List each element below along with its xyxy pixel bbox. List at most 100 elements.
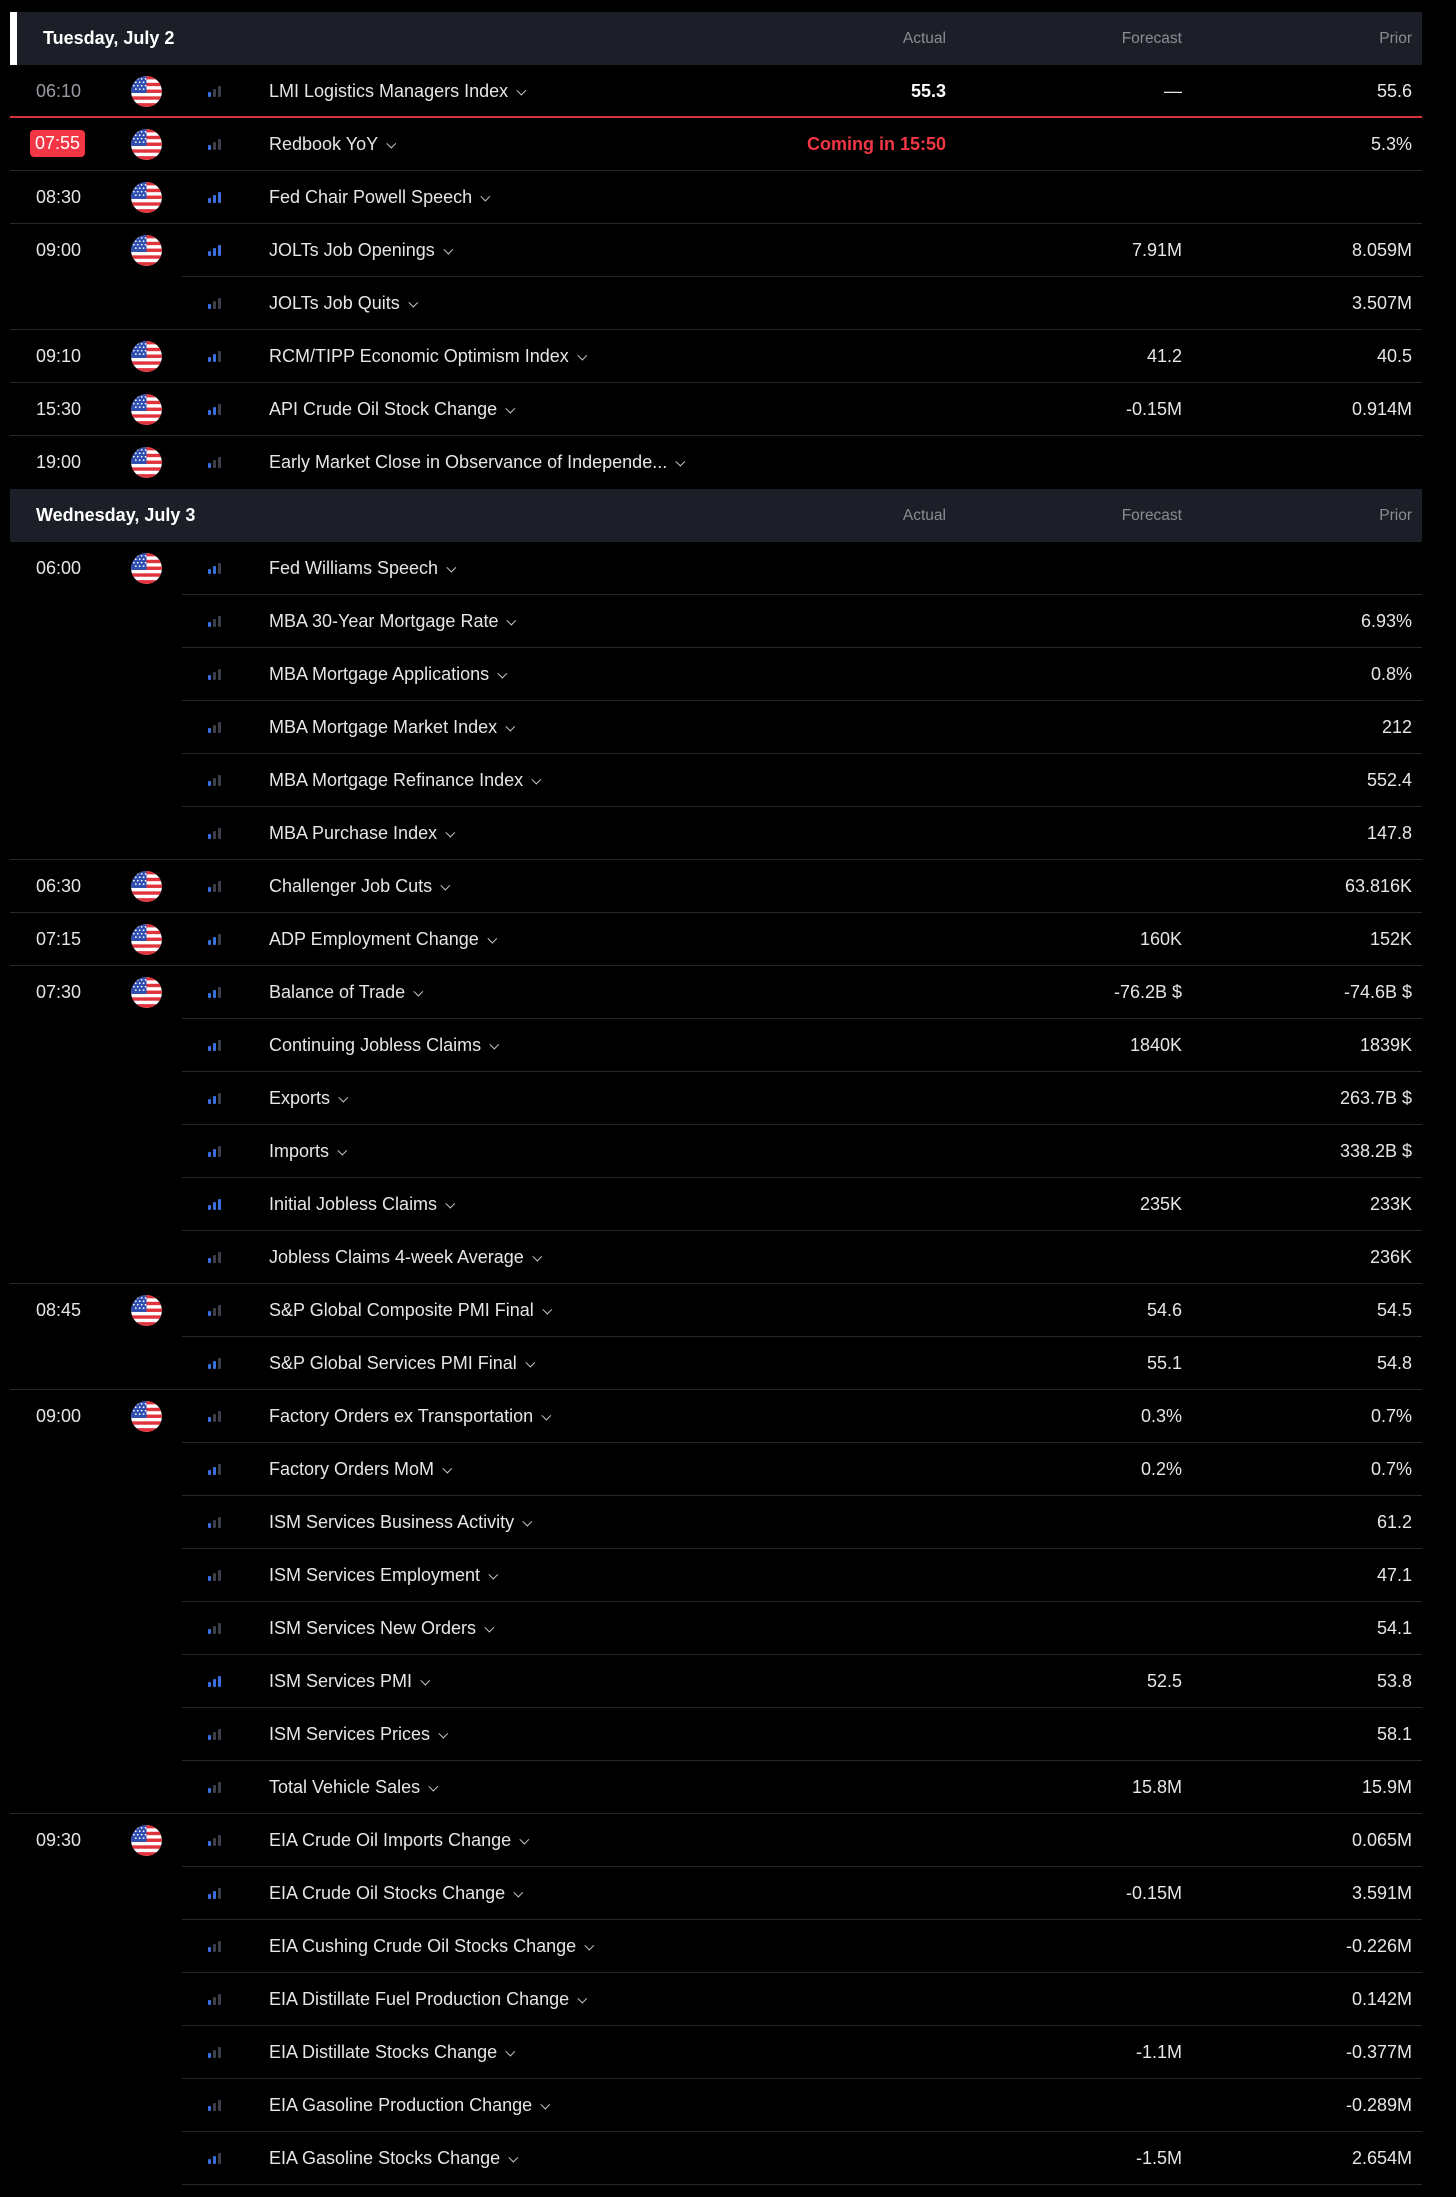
chevron-down-icon[interactable] <box>525 1357 536 1368</box>
event-row[interactable]: MBA Purchase Index 147.8 <box>10 807 1422 860</box>
event-row[interactable]: 07:15 ADP Employment Change 160K 152K <box>10 913 1422 966</box>
event-name[interactable]: Jobless Claims 4-week Average <box>269 1247 543 1268</box>
event-name[interactable]: ISM Services New Orders <box>269 1618 495 1639</box>
event-row[interactable]: EIA Gasoline Production Change -0.289M <box>10 2079 1422 2132</box>
event-row[interactable]: Continuing Jobless Claims 1840K 1839K <box>10 1019 1422 1072</box>
event-name[interactable]: EIA Gasoline Production Change <box>269 2095 551 2116</box>
event-row[interactable]: ISM Services Prices 58.1 <box>10 1708 1422 1761</box>
chevron-down-icon[interactable] <box>420 1675 431 1686</box>
event-row[interactable]: 09:00 JOLTs Job Openings 7.91M 8.059M <box>10 224 1422 277</box>
event-row[interactable]: ISM Services New Orders 54.1 <box>10 1602 1422 1655</box>
chevron-down-icon[interactable] <box>577 1993 588 2004</box>
event-name[interactable]: S&P Global Composite PMI Final <box>269 1300 553 1321</box>
event-row[interactable]: 06:00 Fed Williams Speech <box>10 542 1422 595</box>
event-name[interactable]: RCM/TIPP Economic Optimism Index <box>269 346 588 367</box>
chevron-down-icon[interactable] <box>338 1092 349 1103</box>
chevron-down-icon[interactable] <box>487 933 498 944</box>
event-name[interactable]: Redbook YoY <box>269 134 397 155</box>
event-row[interactable]: ISM Services Business Activity 61.2 <box>10 1496 1422 1549</box>
chevron-down-icon[interactable] <box>445 1198 456 1209</box>
chevron-down-icon[interactable] <box>445 827 456 838</box>
event-row[interactable]: EIA Distillate Stocks Change -1.1M -0.377M <box>10 2026 1422 2079</box>
chevron-down-icon[interactable] <box>584 1940 595 1951</box>
chevron-down-icon[interactable] <box>516 85 527 96</box>
chevron-down-icon[interactable] <box>440 880 451 891</box>
event-name[interactable]: EIA Distillate Stocks Change <box>269 2042 516 2063</box>
event-row[interactable]: Factory Orders MoM 0.2% 0.7% <box>10 1443 1422 1496</box>
chevron-down-icon[interactable] <box>577 350 588 361</box>
event-name[interactable]: EIA Crude Oil Imports Change <box>269 1830 530 1851</box>
event-row[interactable]: Total Vehicle Sales 15.8M 15.9M <box>10 1761 1422 1814</box>
event-name[interactable]: JOLTs Job Openings <box>269 240 454 261</box>
event-row[interactable]: MBA Mortgage Refinance Index 552.4 <box>10 754 1422 807</box>
event-name[interactable]: Factory Orders ex Transportation <box>269 1406 552 1427</box>
event-row[interactable]: 06:30 Challenger Job Cuts 63.816K <box>10 860 1422 913</box>
event-row[interactable]: S&P Global Services PMI Final 55.1 54.8 <box>10 1337 1422 1390</box>
event-row[interactable]: 08:45 S&P Global Composite PMI Final 54.6… <box>10 1284 1422 1337</box>
chevron-down-icon[interactable] <box>541 1410 552 1421</box>
event-row[interactable]: Exports 263.7B $ <box>10 1072 1422 1125</box>
event-name[interactable]: LMI Logistics Managers Index <box>269 81 527 102</box>
event-name[interactable]: MBA Mortgage Market Index <box>269 717 516 738</box>
event-row[interactable]: 09:00 Factory Orders ex Transportation 0.… <box>10 1390 1422 1443</box>
event-row[interactable]: 07:30 Balance of Trade -76.2B $ -74.6B $ <box>10 966 1422 1019</box>
chevron-down-icon[interactable] <box>488 1569 499 1580</box>
event-name[interactable]: JOLTs Job Quits <box>269 293 418 314</box>
event-name[interactable]: EIA Crude Oil Stocks Change <box>269 1883 524 1904</box>
event-name[interactable]: S&P Global Services PMI Final <box>269 1353 536 1374</box>
event-name[interactable]: ADP Employment Change <box>269 929 498 950</box>
chevron-down-icon[interactable] <box>408 297 418 308</box>
chevron-down-icon[interactable] <box>542 1304 553 1315</box>
event-row[interactable]: 06:10 LMI Logistics Managers Index 55.3 — 5… <box>10 65 1422 118</box>
chevron-down-icon[interactable] <box>506 615 517 626</box>
chevron-down-icon[interactable] <box>505 2046 516 2057</box>
event-row[interactable]: EIA Cushing Crude Oil Stocks Change -0.22… <box>10 1920 1422 1973</box>
event-row[interactable]: ISM Services PMI 52.5 53.8 <box>10 1655 1422 1708</box>
event-row[interactable]: Initial Jobless Claims 235K 233K <box>10 1178 1422 1231</box>
event-row[interactable]: EIA Crude Oil Stocks Change -0.15M 3.591M <box>10 1867 1422 1920</box>
event-name[interactable]: MBA 30-Year Mortgage Rate <box>269 611 517 632</box>
event-name[interactable]: ISM Services Business Activity <box>269 1512 533 1533</box>
chevron-down-icon[interactable] <box>675 456 686 467</box>
event-row[interactable]: EIA Distillate Fuel Production Change 0.1… <box>10 1973 1422 2026</box>
event-row[interactable]: MBA Mortgage Applications 0.8% <box>10 648 1422 701</box>
chevron-down-icon[interactable] <box>505 721 516 732</box>
event-name[interactable]: API Crude Oil Stock Change <box>269 399 516 420</box>
event-name[interactable]: Fed Chair Powell Speech <box>269 187 491 208</box>
event-name[interactable]: EIA Gasoline Stocks Change <box>269 2148 519 2169</box>
event-name[interactable]: Fed Williams Speech <box>269 558 457 579</box>
chevron-down-icon[interactable] <box>443 244 454 255</box>
chevron-down-icon[interactable] <box>497 668 508 679</box>
event-name[interactable]: Imports <box>269 1141 348 1162</box>
event-name[interactable]: Total Vehicle Sales <box>269 1777 439 1798</box>
event-name[interactable]: Factory Orders MoM <box>269 1459 453 1480</box>
event-row[interactable]: 19:00 Early Market Close in Observance o… <box>10 436 1422 489</box>
chevron-down-icon[interactable] <box>513 1887 524 1898</box>
event-row[interactable]: 08:30 Fed Chair Powell Speech <box>10 171 1422 224</box>
event-name[interactable]: ISM Services PMI <box>269 1671 431 1692</box>
event-name[interactable]: Initial Jobless Claims <box>269 1194 456 1215</box>
event-row[interactable]: ISM Services Employment 47.1 <box>10 1549 1422 1602</box>
chevron-down-icon[interactable] <box>508 2152 519 2163</box>
chevron-down-icon[interactable] <box>540 2099 551 2110</box>
event-name[interactable]: Exports <box>269 1088 349 1109</box>
event-name[interactable]: ISM Services Employment <box>269 1565 499 1586</box>
chevron-down-icon[interactable] <box>519 1834 530 1845</box>
chevron-down-icon[interactable] <box>337 1145 348 1156</box>
event-name[interactable]: ISM Services Prices <box>269 1724 449 1745</box>
chevron-down-icon[interactable] <box>438 1728 449 1739</box>
chevron-down-icon[interactable] <box>446 562 457 573</box>
event-name[interactable]: MBA Purchase Index <box>269 823 456 844</box>
chevron-down-icon[interactable] <box>442 1463 453 1474</box>
chevron-down-icon[interactable] <box>531 774 542 785</box>
event-row[interactable]: 15:30 API Crude Oil Stock Change -0.15M 0.… <box>10 383 1422 436</box>
chevron-down-icon[interactable] <box>480 191 491 202</box>
event-name[interactable]: Challenger Job Cuts <box>269 876 451 897</box>
chevron-down-icon[interactable] <box>522 1516 533 1527</box>
event-row[interactable]: MBA 30-Year Mortgage Rate 6.93% <box>10 595 1422 648</box>
event-row[interactable]: 09:10 RCM/TIPP Economic Optimism Index 41… <box>10 330 1422 383</box>
chevron-down-icon[interactable] <box>505 403 516 414</box>
event-name[interactable]: EIA Distillate Fuel Production Change <box>269 1989 588 2010</box>
chevron-down-icon[interactable] <box>428 1781 439 1792</box>
event-name[interactable]: EIA Cushing Crude Oil Stocks Change <box>269 1936 595 1957</box>
